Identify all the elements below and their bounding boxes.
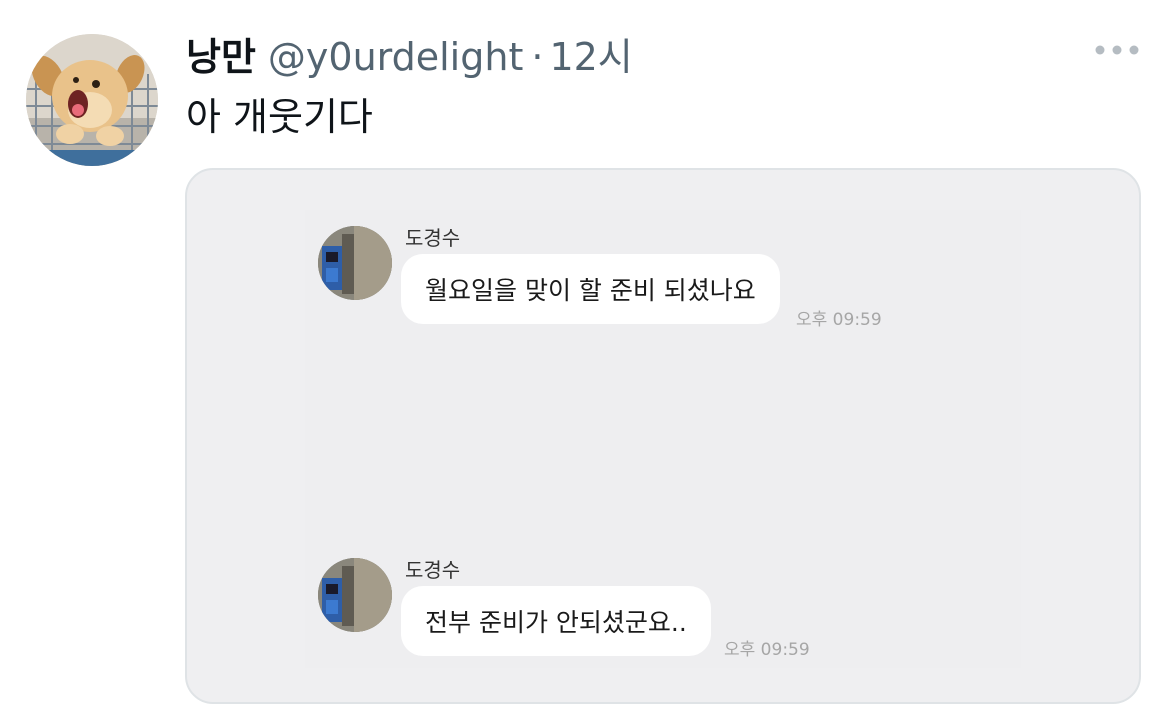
chat-avatar <box>318 226 392 300</box>
chat-timestamp: 오후 09:59 <box>724 640 810 660</box>
chat-bubble: 월요일을 맞이 할 준비 되셨나요 <box>401 254 780 324</box>
person-avatar-icon <box>318 558 392 632</box>
user-handle[interactable]: @y0urdelight <box>268 35 523 79</box>
tweet-media-image[interactable]: 도경수 월요일을 맞이 할 준비 되셨나요 오후 09:59 도경수 전부 준비… <box>185 168 1141 704</box>
chat-bubble: 전부 준비가 안되셨군요.. <box>401 586 711 656</box>
tweet-timestamp[interactable]: 12시 <box>549 26 632 81</box>
chat-sender-name: 도경수 <box>405 226 461 250</box>
tweet-text: 아 개웃기다 <box>186 95 373 139</box>
tweet: 낭만 @y0urdelight · 12시 아 개웃기다 도경수 월요일을 맞이… <box>0 0 1170 724</box>
chat-timestamp: 오후 09:59 <box>796 310 882 330</box>
header-separator: · <box>531 35 544 79</box>
person-avatar-icon <box>318 226 392 300</box>
more-dots-icon <box>1095 45 1139 55</box>
chat-sender-name: 도경수 <box>405 558 461 582</box>
more-options-button[interactable] <box>1094 42 1140 58</box>
chat-avatar <box>318 558 392 632</box>
profile-avatar[interactable] <box>26 34 158 166</box>
display-name[interactable]: 낭만 <box>186 26 256 81</box>
chat-screenshot: 도경수 월요일을 맞이 할 준비 되셨나요 오후 09:59 도경수 전부 준비… <box>305 210 1021 668</box>
tweet-header: 낭만 @y0urdelight · 12시 <box>186 26 633 82</box>
puppy-avatar-icon <box>26 34 158 166</box>
